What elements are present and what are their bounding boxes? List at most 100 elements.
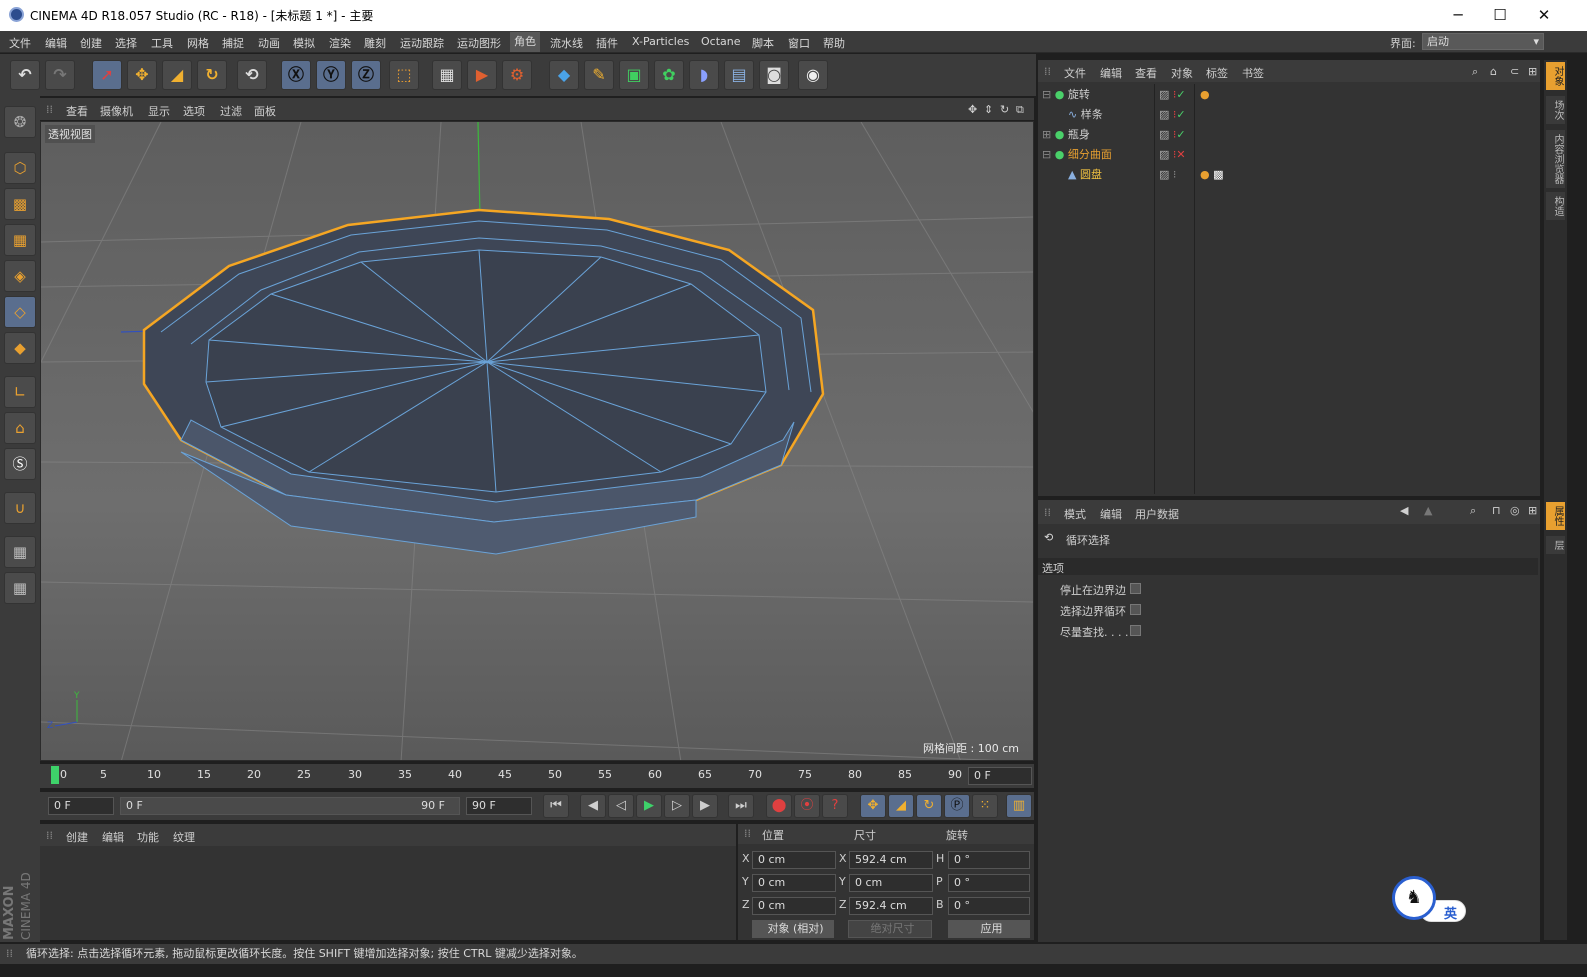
live-select-button[interactable]: ➚ <box>92 60 122 90</box>
menu-window[interactable]: 窗口 <box>788 35 810 51</box>
object-name[interactable]: 旋转 <box>1068 88 1090 101</box>
texture-mode-button[interactable]: ▩ <box>4 188 36 220</box>
key-position-button[interactable]: ✥ <box>860 794 886 818</box>
menu-tools[interactable]: 工具 <box>151 35 173 51</box>
workplane-lock-button[interactable]: ▦ <box>4 536 36 568</box>
minimize-button[interactable]: ─ <box>1438 4 1478 26</box>
ime-badge[interactable]: ♞ 英 <box>1392 876 1468 922</box>
tab-takes[interactable]: 场次 <box>1546 96 1565 124</box>
make-editable-button[interactable]: ❂ <box>4 106 36 138</box>
maximize-button[interactable]: ☐ <box>1480 4 1520 26</box>
attr-menu-mode[interactable]: 模式 <box>1064 506 1086 522</box>
object-row-disc[interactable]: ▲ 圆盘 <box>1068 165 1566 185</box>
cube-button[interactable]: ◆ <box>549 60 579 90</box>
snap-button[interactable]: ∪ <box>4 492 36 524</box>
coordinate-mode-select[interactable]: 对象 (相对) <box>752 920 834 938</box>
size-z-field[interactable]: 592.4 cm <box>849 897 933 915</box>
light-button[interactable]: ◉ <box>798 60 828 90</box>
apply-button[interactable]: 应用 <box>948 920 1030 938</box>
deformer-button[interactable]: ◗ <box>689 60 719 90</box>
layer-icon[interactable]: ▨ ⁝✓ <box>1159 88 1186 101</box>
point-mode-button[interactable]: ◈ <box>4 260 36 292</box>
cloner-button[interactable]: ✿ <box>654 60 684 90</box>
close-button[interactable]: ✕ <box>1524 4 1564 26</box>
vp-menu-options[interactable]: 选项 <box>183 103 205 119</box>
x-axis-lock-button[interactable]: Ⓧ <box>281 60 311 90</box>
layer-icon[interactable]: ▨ ⁝✓ <box>1159 128 1186 141</box>
layer-icon[interactable]: ▨ ⁝✕ <box>1159 148 1186 161</box>
attr-menu-edit[interactable]: 编辑 <box>1100 506 1122 522</box>
tab-content-browser[interactable]: 内容浏览器 <box>1546 130 1565 188</box>
menu-plugins[interactable]: 插件 <box>596 35 618 51</box>
timeline-button[interactable]: ▥ <box>1006 794 1032 818</box>
next-key-button[interactable]: ▶ <box>692 794 718 818</box>
menu-create[interactable]: 创建 <box>80 35 102 51</box>
pos-x-field[interactable]: 0 cm <box>752 851 836 869</box>
vp-menu-filter[interactable]: 过滤 <box>220 103 242 119</box>
playhead-marker[interactable] <box>51 766 59 784</box>
tab-attributes[interactable]: 属性 <box>1546 502 1565 530</box>
rotate-view-icon[interactable]: ↻ <box>1000 103 1009 116</box>
menu-file[interactable]: 文件 <box>9 35 31 51</box>
menu-help[interactable]: 帮助 <box>823 35 845 51</box>
camera-button[interactable]: ◙ <box>759 60 789 90</box>
menu-pipeline[interactable]: 流水线 <box>550 35 583 51</box>
menu-mesh[interactable]: 网格 <box>187 35 209 51</box>
edge-mode-button[interactable]: ◇ <box>4 296 36 328</box>
zoom-view-icon[interactable]: ⇕ <box>984 103 993 116</box>
viewport-scene[interactable]: Y Z <box>41 122 1034 761</box>
render-to-picture-viewer-button[interactable]: ▶ <box>467 60 497 90</box>
size-x-field[interactable]: 592.4 cm <box>849 851 933 869</box>
object-name[interactable]: 样条 <box>1081 108 1103 121</box>
key-pla-button[interactable]: ⁙ <box>972 794 998 818</box>
link-icon[interactable]: ⊂ <box>1510 65 1519 78</box>
stop-at-boundary-checkbox[interactable] <box>1130 583 1141 594</box>
search-icon[interactable]: ⌕ <box>1472 65 1478 79</box>
menu-character[interactable]: 角色 <box>510 32 540 52</box>
options-section-header[interactable]: 选项 <box>1038 558 1538 575</box>
workplane-mode-button[interactable]: ▦ <box>4 224 36 256</box>
target-icon[interactable]: ◎ <box>1510 504 1520 517</box>
previous-frame-button[interactable]: ◁ <box>608 794 634 818</box>
pos-y-field[interactable]: 0 cm <box>752 874 836 892</box>
om-menu-bookmarks[interactable]: 书签 <box>1242 65 1264 81</box>
mat-menu-texture[interactable]: 纹理 <box>173 829 195 845</box>
menu-sculpt[interactable]: 雕刻 <box>364 35 386 51</box>
greedy-search-checkbox[interactable] <box>1130 625 1141 636</box>
layer-icon[interactable]: ▨ ⁝✓ <box>1159 108 1186 121</box>
tab-objects[interactable]: 对象 <box>1546 62 1565 90</box>
object-row-rotate[interactable]: ⊟ ● 旋转 <box>1042 85 1540 105</box>
recent-tool-button[interactable]: ⟲ <box>237 60 267 90</box>
select-boundary-loop-checkbox[interactable] <box>1130 604 1141 615</box>
size-mode-select[interactable]: 绝对尺寸 <box>848 920 932 938</box>
axis-mode-button[interactable]: ∟ <box>4 376 36 408</box>
move-tool-button[interactable]: ✥ <box>127 60 157 90</box>
tab-structure[interactable]: 构造 <box>1546 192 1565 220</box>
polygon-mode-button[interactable]: ◆ <box>4 332 36 364</box>
render-view-button[interactable]: ▦ <box>432 60 462 90</box>
go-to-start-button[interactable]: ⏮ <box>543 794 569 818</box>
current-frame-field[interactable]: 0 F <box>968 767 1032 785</box>
menu-simulate[interactable]: 模拟 <box>293 35 315 51</box>
object-row-spline[interactable]: ∿ 样条 <box>1068 105 1566 125</box>
y-axis-lock-button[interactable]: Ⓨ <box>316 60 346 90</box>
perspective-viewport[interactable]: Y Z 透视视图 网格间距 : 100 cm <box>40 121 1034 761</box>
menu-render[interactable]: 渲染 <box>329 35 351 51</box>
go-to-end-button[interactable]: ⏭ <box>728 794 754 818</box>
rot-p-field[interactable]: 0 ° <box>948 874 1030 892</box>
mat-menu-create[interactable]: 创建 <box>66 829 88 845</box>
key-parameter-button[interactable]: Ⓟ <box>944 794 970 818</box>
attr-menu-userdata[interactable]: 用户数据 <box>1135 506 1179 522</box>
om-menu-edit[interactable]: 编辑 <box>1100 65 1122 81</box>
menu-octane[interactable]: Octane <box>701 35 741 48</box>
size-y-field[interactable]: 0 cm <box>849 874 933 892</box>
pen-spline-button[interactable]: ✎ <box>584 60 614 90</box>
search-icon[interactable]: ⌕ <box>1470 504 1476 518</box>
start-frame-field[interactable]: 0 F <box>48 797 114 815</box>
key-scale-button[interactable]: ◢ <box>888 794 914 818</box>
menu-snap[interactable]: 捕捉 <box>222 35 244 51</box>
layer-icon[interactable]: ▨ ⁝ <box>1159 168 1176 181</box>
new-panel-icon[interactable]: ⊞ <box>1528 65 1537 78</box>
coordinate-system-button[interactable]: ⬚ <box>389 60 419 90</box>
record-button[interactable]: ⬤ <box>766 794 792 818</box>
